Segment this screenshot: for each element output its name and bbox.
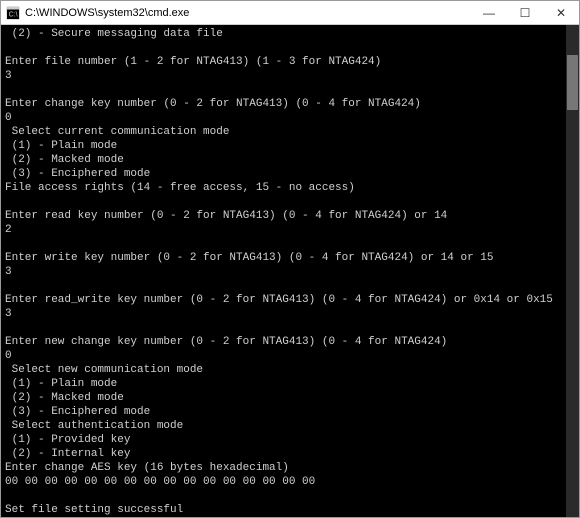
terminal-line: Enter write key number (0 - 2 for NTAG41… [5, 251, 565, 265]
terminal-line: Select current communication mode [5, 125, 565, 139]
terminal-output[interactable]: ----------------------------------------… [5, 25, 565, 517]
terminal-line: (3) - Enciphered mode [5, 405, 565, 419]
close-button[interactable]: ✕ [543, 1, 579, 25]
terminal-line: (1) - Provided key [5, 433, 565, 447]
terminal-line [5, 489, 565, 503]
terminal-line: 2 [5, 223, 565, 237]
terminal-line: Enter change AES key (16 bytes hexadecim… [5, 461, 565, 475]
terminal-line: (1) - Plain mode [5, 377, 565, 391]
scrollbar-vertical[interactable] [566, 25, 579, 517]
terminal-line: Select authentication mode [5, 419, 565, 433]
terminal-line: Enter new change key number (0 - 2 for N… [5, 335, 565, 349]
titlebar[interactable]: C:\ C:\WINDOWS\system32\cmd.exe — ☐ ✕ [1, 1, 579, 25]
terminal-line: (3) - Enciphered mode [5, 167, 565, 181]
maximize-button[interactable]: ☐ [507, 1, 543, 25]
terminal-line: 3 [5, 307, 565, 321]
terminal-line: (2) - Macked mode [5, 153, 565, 167]
terminal-line: 3 [5, 69, 565, 83]
terminal-line: (2) - Secure messaging data file [5, 27, 565, 41]
minimize-icon: — [483, 6, 495, 20]
terminal-line: Enter read key number (0 - 2 for NTAG413… [5, 209, 565, 223]
terminal-line: Enter file number (1 - 2 for NTAG413) (1… [5, 55, 565, 69]
terminal-line: Select new communication mode [5, 363, 565, 377]
terminal-line: Enter read_write key number (0 - 2 for N… [5, 293, 565, 307]
window-frame: C:\ C:\WINDOWS\system32\cmd.exe — ☐ ✕ --… [0, 0, 580, 518]
svg-text:C:\: C:\ [9, 11, 18, 18]
window-title: C:\WINDOWS\system32\cmd.exe [25, 7, 471, 19]
terminal-line: 0 [5, 349, 565, 363]
terminal-line: Set file setting successful [5, 503, 565, 517]
terminal-client: ----------------------------------------… [1, 25, 579, 517]
minimize-button[interactable]: — [471, 1, 507, 25]
cmd-icon: C:\ [6, 6, 20, 20]
terminal-line: (1) - Plain mode [5, 139, 565, 153]
terminal-line [5, 279, 565, 293]
terminal-line: 3 [5, 265, 565, 279]
terminal-line [5, 41, 565, 55]
terminal-line [5, 195, 565, 209]
terminal-line: 00 00 00 00 00 00 00 00 00 00 00 00 00 0… [5, 475, 565, 489]
terminal-line: (2) - Macked mode [5, 391, 565, 405]
terminal-line [5, 237, 565, 251]
terminal-line: Enter change key number (0 - 2 for NTAG4… [5, 97, 565, 111]
terminal-line [5, 321, 565, 335]
scrollbar-thumb[interactable] [567, 55, 578, 110]
terminal-line: (2) - Internal key [5, 447, 565, 461]
close-icon: ✕ [556, 6, 566, 20]
maximize-icon: ☐ [520, 6, 531, 20]
terminal-line: 0 [5, 111, 565, 125]
terminal-line [5, 83, 565, 97]
terminal-line: File access rights (14 - free access, 15… [5, 181, 565, 195]
